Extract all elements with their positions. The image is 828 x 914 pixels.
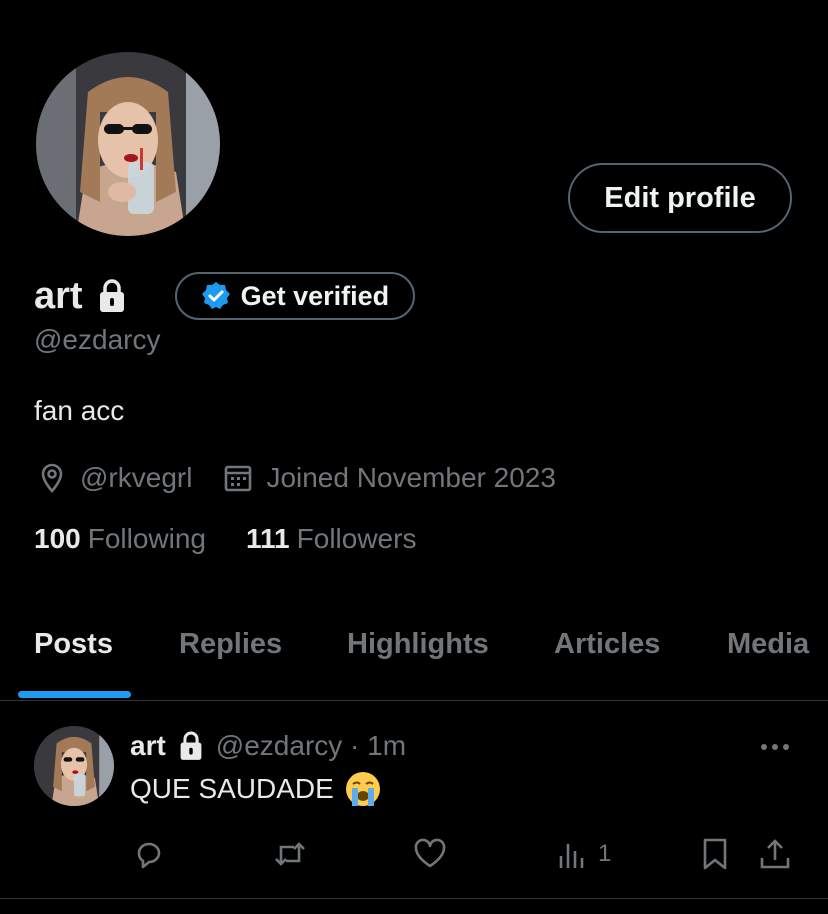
- post-handle-time: @ezdarcy · 1m: [215, 730, 407, 761]
- tabs-divider: [0, 700, 828, 701]
- lock-icon: [178, 731, 204, 761]
- following-count: 100: [34, 523, 81, 554]
- post-body: QUE SAUDADE: [130, 773, 334, 804]
- share-icon: [760, 839, 790, 869]
- followers-link[interactable]: 111 Followers: [246, 523, 416, 555]
- joined-date: Joined November 2023: [266, 462, 556, 493]
- profile-tabs: Posts Replies Highlights Articles Media: [0, 610, 828, 700]
- post-avatar[interactable]: [34, 726, 114, 806]
- post-divider: [0, 898, 828, 899]
- views-button[interactable]: 1: [556, 836, 611, 872]
- tab-highlights[interactable]: Highlights: [347, 628, 489, 661]
- profile-name: art: [34, 274, 83, 317]
- repost-icon: [275, 842, 305, 866]
- post-author-name[interactable]: art: [130, 730, 166, 762]
- profile-handle: @ezdarcy: [34, 324, 161, 355]
- follow-stats: 100 Following 111 Followers: [34, 523, 416, 555]
- get-verified-label: Get verified: [240, 280, 390, 311]
- reply-button[interactable]: [131, 836, 167, 872]
- crying-face-emoji-icon: [344, 770, 382, 808]
- profile-avatar[interactable]: [36, 52, 220, 236]
- tab-media[interactable]: Media: [727, 628, 809, 661]
- get-verified-button[interactable]: Get verified: [174, 272, 416, 320]
- profile-meta: @rkvegrl Joined November 2023: [36, 458, 556, 498]
- tab-posts[interactable]: Posts: [34, 628, 113, 661]
- more-options-icon[interactable]: [758, 730, 792, 764]
- tab-articles[interactable]: Articles: [554, 628, 660, 661]
- location-link[interactable]: @rkvegrl: [80, 462, 192, 494]
- followers-label: Followers: [296, 523, 417, 554]
- repost-button[interactable]: [272, 836, 308, 872]
- lock-icon: [97, 279, 127, 313]
- active-tab-indicator: [18, 691, 131, 698]
- share-button[interactable]: [757, 836, 793, 872]
- edit-profile-button[interactable]: Edit profile: [568, 163, 792, 233]
- reply-icon: [137, 842, 161, 869]
- profile-name-row: art Get verified: [34, 268, 416, 324]
- post-header: art @ezdarcy · 1m: [130, 726, 406, 766]
- following-label: Following: [87, 523, 206, 554]
- followers-count: 111: [246, 523, 290, 554]
- bookmark-button[interactable]: [697, 836, 733, 872]
- heart-icon: [414, 838, 446, 868]
- profile-bio: fan acc: [34, 395, 125, 426]
- views-count: 1: [598, 840, 612, 867]
- tab-replies[interactable]: Replies: [179, 628, 282, 661]
- following-link[interactable]: 100 Following: [34, 523, 206, 555]
- analytics-icon: [559, 844, 584, 868]
- calendar-icon: [222, 462, 254, 494]
- location-icon: [36, 462, 68, 494]
- post-text: QUE SAUDADE: [130, 770, 382, 808]
- verified-badge-icon: [201, 281, 231, 311]
- bookmark-icon: [703, 838, 727, 870]
- like-button[interactable]: [412, 836, 448, 872]
